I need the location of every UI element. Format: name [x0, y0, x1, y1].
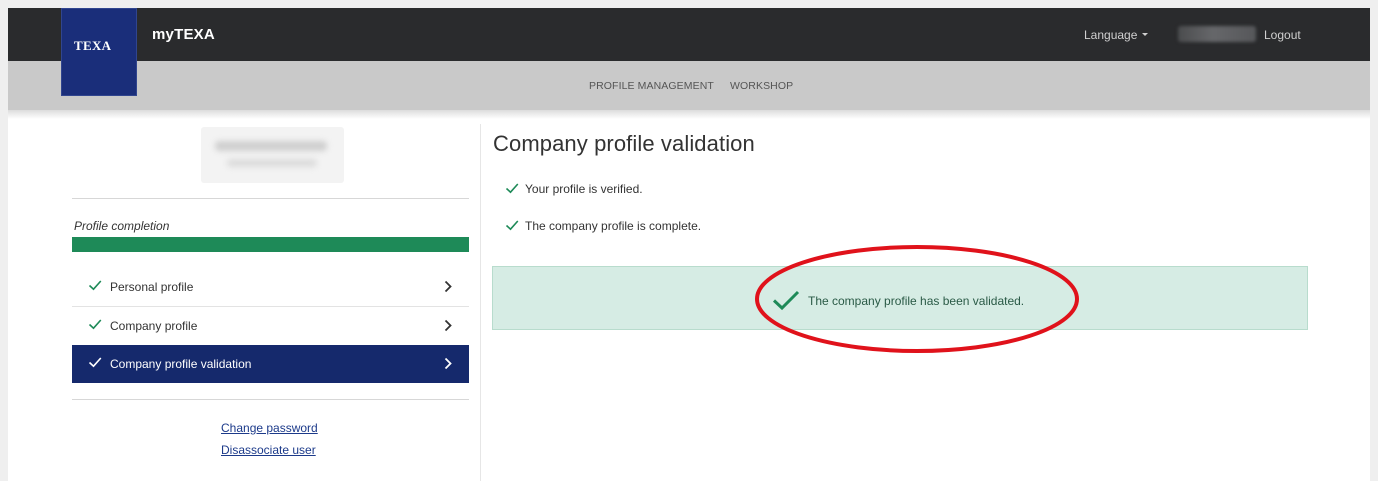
user-name-redacted — [1178, 26, 1256, 42]
alert-text: The company profile has been validated. — [808, 294, 1025, 308]
sidebar-item-label: Personal profile — [110, 280, 194, 294]
app-title[interactable]: myTEXA — [152, 26, 215, 43]
app-window: myTEXA Language Logout TEXA PROFILE MANA… — [8, 8, 1370, 481]
chevron-right-icon — [444, 357, 452, 370]
sidebar-item-label: Company profile validation — [110, 357, 252, 371]
profile-completion-bar — [72, 237, 469, 252]
sidebar-item-company-profile[interactable]: Company profile — [72, 307, 469, 345]
company-name-redacted — [201, 127, 344, 183]
logout-link[interactable]: Logout — [1264, 28, 1301, 42]
sub-navigation: PROFILE MANAGEMENT WORKSHOP — [8, 61, 1370, 110]
change-password-link[interactable]: Change password — [221, 421, 318, 435]
check-icon — [505, 220, 519, 231]
sidebar-divider — [72, 399, 469, 400]
nav-workshop[interactable]: WORKSHOP — [730, 80, 793, 92]
sidebar-item-personal-profile[interactable]: Personal profile — [72, 268, 469, 306]
check-icon — [88, 319, 102, 330]
check-icon — [505, 183, 519, 194]
profile-completion-label: Profile completion — [74, 219, 170, 233]
column-divider — [480, 124, 481, 481]
texa-logo[interactable]: TEXA — [61, 8, 137, 96]
logo-text: TEXA — [74, 38, 112, 53]
check-icon — [88, 280, 102, 291]
caret-down-icon — [1142, 33, 1149, 36]
top-bar: myTEXA Language Logout — [8, 8, 1370, 61]
sidebar-item-company-profile-validation[interactable]: Company profile validation — [72, 345, 469, 383]
language-label: Language — [1084, 28, 1138, 42]
sidebar-divider — [72, 198, 469, 199]
chevron-right-icon — [444, 319, 452, 332]
disassociate-user-link[interactable]: Disassociate user — [221, 443, 316, 457]
nav-profile-management[interactable]: PROFILE MANAGEMENT — [589, 80, 714, 92]
check-item-text: The company profile is complete. — [525, 219, 702, 233]
profile-completion-fill — [72, 237, 469, 252]
subnav-shadow — [8, 110, 1370, 119]
validated-alert: The company profile has been validated. — [492, 266, 1308, 330]
check-item-text: Your profile is verified. — [525, 182, 643, 196]
sidebar-item-label: Company profile — [110, 319, 198, 333]
check-large-icon — [772, 290, 800, 311]
page-title: Company profile validation — [493, 131, 755, 156]
check-icon — [88, 357, 102, 368]
chevron-right-icon — [444, 280, 452, 293]
language-dropdown[interactable]: Language — [1084, 28, 1149, 42]
